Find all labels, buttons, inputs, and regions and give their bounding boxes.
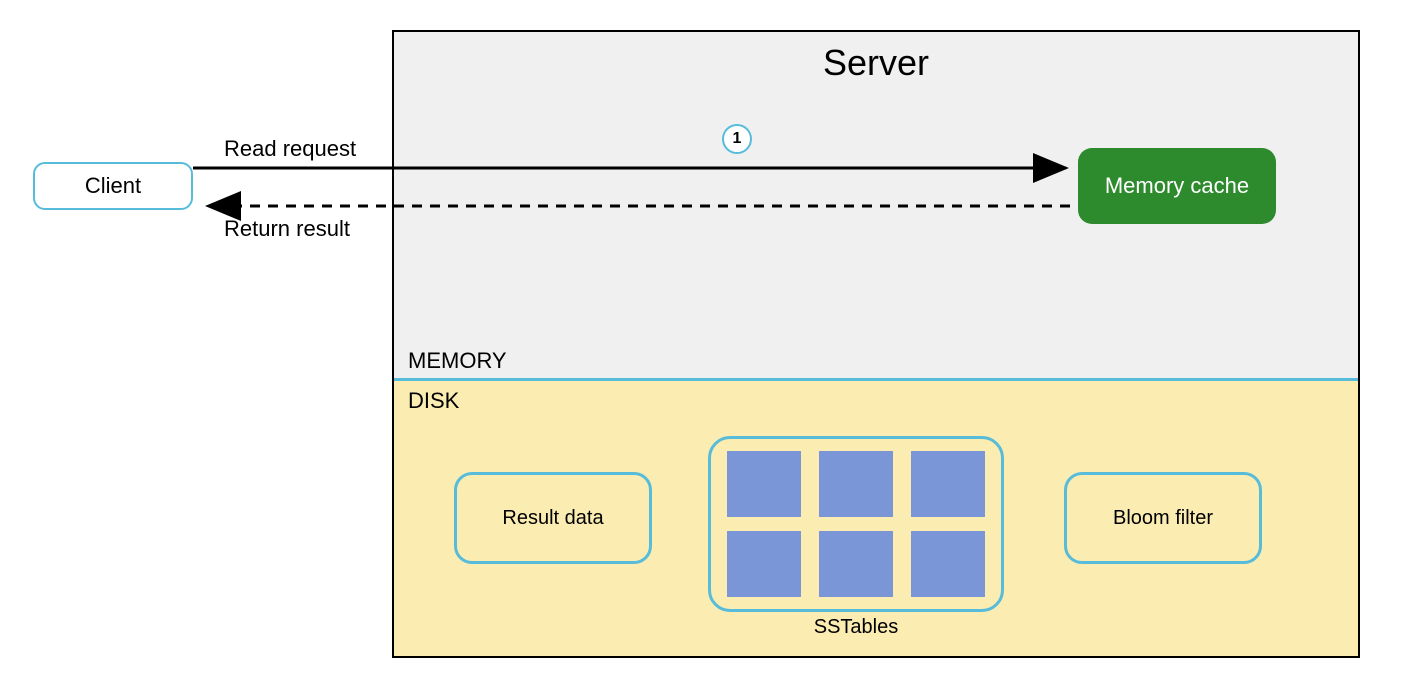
sstables-label: SSTables	[708, 616, 1004, 639]
sstable-cell	[727, 451, 801, 517]
diagram-canvas: Server MEMORY DISK Memory cache Client R…	[0, 0, 1402, 680]
return-result-label: Return result	[224, 216, 350, 242]
sstable-cell	[911, 531, 985, 597]
server-title: Server	[394, 42, 1358, 84]
sstable-cell	[819, 451, 893, 517]
bloom-filter-label: Bloom filter	[1113, 507, 1213, 530]
sstable-cell	[727, 531, 801, 597]
sstable-cell	[911, 451, 985, 517]
memory-cache-box: Memory cache	[1078, 148, 1276, 224]
disk-section-label: DISK	[408, 388, 459, 414]
result-data-label: Result data	[502, 507, 603, 530]
step-1-label: 1	[733, 130, 742, 148]
client-box: Client	[33, 162, 193, 210]
sstables-box	[708, 436, 1004, 612]
step-1-circle: 1	[722, 124, 752, 154]
sstable-cell	[819, 531, 893, 597]
memory-section-label: MEMORY	[408, 348, 507, 374]
client-label: Client	[85, 173, 141, 199]
memory-cache-label: Memory cache	[1105, 173, 1249, 199]
result-data-box: Result data	[454, 472, 652, 564]
read-request-label: Read request	[224, 136, 356, 162]
bloom-filter-box: Bloom filter	[1064, 472, 1262, 564]
